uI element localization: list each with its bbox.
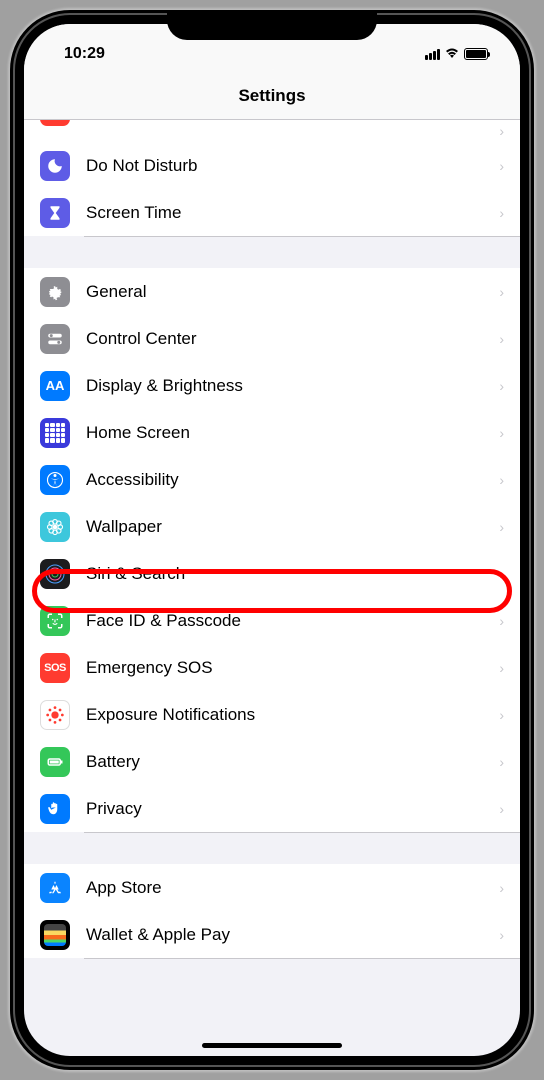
row-label: Control Center: [86, 329, 499, 349]
wallet-icon: [40, 920, 70, 950]
chevron-right-icon: ›: [499, 613, 504, 629]
row-label: Do Not Disturb: [86, 156, 499, 176]
row-label: Siri & Search: [86, 564, 499, 584]
chevron-right-icon: ›: [499, 660, 504, 676]
chevron-right-icon: ›: [499, 331, 504, 347]
chevron-right-icon: ›: [499, 205, 504, 221]
settings-row-app-store[interactable]: App Store ›: [24, 864, 520, 911]
row-label: Privacy: [86, 799, 499, 819]
status-icons: [425, 46, 488, 62]
wifi-icon: [444, 46, 460, 62]
settings-row-do-not-disturb[interactable]: Do Not Disturb ›: [24, 142, 520, 189]
settings-row-accessibility[interactable]: Accessibility ›: [24, 456, 520, 503]
chevron-right-icon: ›: [499, 754, 504, 770]
sos-icon: SOS: [40, 653, 70, 683]
toggles-icon: [40, 324, 70, 354]
face-id-icon: [40, 606, 70, 636]
siri-icon: [40, 559, 70, 589]
settings-row-face-id[interactable]: Face ID & Passcode ›: [24, 597, 520, 644]
chevron-right-icon: ›: [499, 158, 504, 174]
device-notch: [167, 10, 377, 40]
chevron-right-icon: ›: [499, 123, 504, 139]
home-indicator[interactable]: [202, 1043, 342, 1048]
row-label: Home Screen: [86, 423, 499, 443]
settings-row-partial[interactable]: ›: [24, 120, 520, 142]
settings-row-emergency-sos[interactable]: SOS Emergency SOS ›: [24, 644, 520, 691]
row-label: Wallet & Apple Pay: [86, 925, 499, 945]
chevron-right-icon: ›: [499, 801, 504, 817]
battery-icon: [464, 48, 488, 60]
accessibility-icon: [40, 465, 70, 495]
settings-row-wallet-apple-pay[interactable]: Wallet & Apple Pay ›: [24, 911, 520, 958]
settings-row-siri-search[interactable]: Siri & Search ›: [24, 550, 520, 597]
moon-icon: [40, 151, 70, 181]
section-gap: [24, 832, 520, 864]
hand-icon: [40, 794, 70, 824]
gear-icon: [40, 277, 70, 307]
settings-row-display-brightness[interactable]: AA Display & Brightness ›: [24, 362, 520, 409]
chevron-right-icon: ›: [499, 378, 504, 394]
battery-icon: [40, 747, 70, 777]
row-label: General: [86, 282, 499, 302]
cellular-signal-icon: [425, 48, 440, 60]
row-label: App Store: [86, 878, 499, 898]
settings-row-wallpaper[interactable]: Wallpaper ›: [24, 503, 520, 550]
nav-header: Settings: [24, 72, 520, 120]
page-title: Settings: [238, 86, 305, 106]
text-size-icon: AA: [40, 371, 70, 401]
app-store-icon: [40, 873, 70, 903]
row-label: Wallpaper: [86, 517, 499, 537]
settings-row-exposure-notifications[interactable]: Exposure Notifications ›: [24, 691, 520, 738]
settings-row-privacy[interactable]: Privacy ›: [24, 785, 520, 832]
flower-icon: [40, 512, 70, 542]
row-label: Emergency SOS: [86, 658, 499, 678]
settings-row-home-screen[interactable]: Home Screen ›: [24, 409, 520, 456]
row-icon-partial: [40, 120, 70, 126]
settings-row-screen-time[interactable]: Screen Time ›: [24, 189, 520, 236]
settings-row-control-center[interactable]: Control Center ›: [24, 315, 520, 362]
status-time: 10:29: [64, 45, 105, 63]
chevron-right-icon: ›: [499, 519, 504, 535]
exposure-icon: [40, 700, 70, 730]
chevron-right-icon: ›: [499, 927, 504, 943]
chevron-right-icon: ›: [499, 880, 504, 896]
chevron-right-icon: ›: [499, 425, 504, 441]
app-grid-icon: [40, 418, 70, 448]
screen: 10:29 Settings ›: [24, 24, 520, 1056]
phone-device-frame: 10:29 Settings ›: [10, 10, 534, 1070]
settings-row-battery[interactable]: Battery ›: [24, 738, 520, 785]
chevron-right-icon: ›: [499, 707, 504, 723]
chevron-right-icon: ›: [499, 566, 504, 582]
row-label: Face ID & Passcode: [86, 611, 499, 631]
settings-list[interactable]: › Do Not Disturb › Screen Time ›: [24, 120, 520, 1056]
chevron-right-icon: ›: [499, 284, 504, 300]
section-gap: [24, 236, 520, 268]
row-label: Display & Brightness: [86, 376, 499, 396]
hourglass-icon: [40, 198, 70, 228]
row-label: Battery: [86, 752, 499, 772]
row-label: Accessibility: [86, 470, 499, 490]
row-label: Exposure Notifications: [86, 705, 499, 725]
chevron-right-icon: ›: [499, 472, 504, 488]
row-label: Screen Time: [86, 203, 499, 223]
settings-row-general[interactable]: General ›: [24, 268, 520, 315]
